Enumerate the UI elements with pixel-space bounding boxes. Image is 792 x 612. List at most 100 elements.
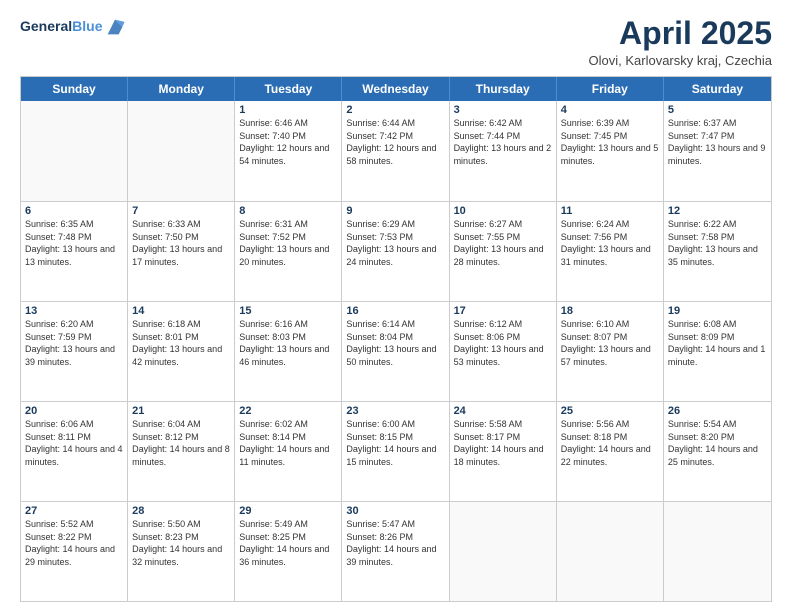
sun-info: Sunrise: 5:47 AM Sunset: 8:26 PM Dayligh… <box>346 518 444 568</box>
sun-info: Sunrise: 5:54 AM Sunset: 8:20 PM Dayligh… <box>668 418 767 468</box>
cal-cell-w4-d7: 26Sunrise: 5:54 AM Sunset: 8:20 PM Dayli… <box>664 402 771 501</box>
cal-cell-w4-d3: 22Sunrise: 6:02 AM Sunset: 8:14 PM Dayli… <box>235 402 342 501</box>
sun-info: Sunrise: 6:37 AM Sunset: 7:47 PM Dayligh… <box>668 117 767 167</box>
sun-info: Sunrise: 6:33 AM Sunset: 7:50 PM Dayligh… <box>132 218 230 268</box>
sun-info: Sunrise: 6:12 AM Sunset: 8:06 PM Dayligh… <box>454 318 552 368</box>
calendar-body: 1Sunrise: 6:46 AM Sunset: 7:40 PM Daylig… <box>21 101 771 601</box>
cal-cell-w4-d2: 21Sunrise: 6:04 AM Sunset: 8:12 PM Dayli… <box>128 402 235 501</box>
cal-cell-w5-d3: 29Sunrise: 5:49 AM Sunset: 8:25 PM Dayli… <box>235 502 342 601</box>
day-number: 9 <box>346 205 444 217</box>
day-number: 20 <box>25 405 123 417</box>
cal-cell-w2-d1: 6Sunrise: 6:35 AM Sunset: 7:48 PM Daylig… <box>21 202 128 301</box>
header-monday: Monday <box>128 77 235 101</box>
cal-cell-w1-d5: 3Sunrise: 6:42 AM Sunset: 7:44 PM Daylig… <box>450 101 557 201</box>
day-number: 19 <box>668 305 767 317</box>
day-number: 11 <box>561 205 659 217</box>
sun-info: Sunrise: 6:35 AM Sunset: 7:48 PM Dayligh… <box>25 218 123 268</box>
sun-info: Sunrise: 6:08 AM Sunset: 8:09 PM Dayligh… <box>668 318 767 368</box>
sun-info: Sunrise: 5:49 AM Sunset: 8:25 PM Dayligh… <box>239 518 337 568</box>
sun-info: Sunrise: 6:39 AM Sunset: 7:45 PM Dayligh… <box>561 117 659 167</box>
cal-cell-w2-d7: 12Sunrise: 6:22 AM Sunset: 7:58 PM Dayli… <box>664 202 771 301</box>
cal-cell-w2-d3: 8Sunrise: 6:31 AM Sunset: 7:52 PM Daylig… <box>235 202 342 301</box>
logo-icon <box>104 16 126 38</box>
cal-cell-w5-d6 <box>557 502 664 601</box>
sun-info: Sunrise: 6:00 AM Sunset: 8:15 PM Dayligh… <box>346 418 444 468</box>
header-tuesday: Tuesday <box>235 77 342 101</box>
sun-info: Sunrise: 6:16 AM Sunset: 8:03 PM Dayligh… <box>239 318 337 368</box>
day-number: 12 <box>668 205 767 217</box>
cal-cell-w3-d1: 13Sunrise: 6:20 AM Sunset: 7:59 PM Dayli… <box>21 302 128 401</box>
cal-cell-w3-d5: 17Sunrise: 6:12 AM Sunset: 8:06 PM Dayli… <box>450 302 557 401</box>
cal-cell-w5-d5 <box>450 502 557 601</box>
cal-cell-w1-d4: 2Sunrise: 6:44 AM Sunset: 7:42 PM Daylig… <box>342 101 449 201</box>
cal-cell-w1-d2 <box>128 101 235 201</box>
day-number: 30 <box>346 505 444 517</box>
day-number: 26 <box>668 405 767 417</box>
cal-cell-w3-d3: 15Sunrise: 6:16 AM Sunset: 8:03 PM Dayli… <box>235 302 342 401</box>
cal-cell-w3-d7: 19Sunrise: 6:08 AM Sunset: 8:09 PM Dayli… <box>664 302 771 401</box>
cal-cell-w1-d1 <box>21 101 128 201</box>
header: GeneralBlue April 2025 Olovi, Karlovarsk… <box>20 16 772 68</box>
day-number: 29 <box>239 505 337 517</box>
cal-cell-w3-d4: 16Sunrise: 6:14 AM Sunset: 8:04 PM Dayli… <box>342 302 449 401</box>
cal-cell-w4-d6: 25Sunrise: 5:56 AM Sunset: 8:18 PM Dayli… <box>557 402 664 501</box>
title-block: April 2025 Olovi, Karlovarsky kraj, Czec… <box>589 16 773 68</box>
sun-info: Sunrise: 6:27 AM Sunset: 7:55 PM Dayligh… <box>454 218 552 268</box>
day-number: 14 <box>132 305 230 317</box>
sun-info: Sunrise: 5:58 AM Sunset: 8:17 PM Dayligh… <box>454 418 552 468</box>
sun-info: Sunrise: 5:52 AM Sunset: 8:22 PM Dayligh… <box>25 518 123 568</box>
day-number: 24 <box>454 405 552 417</box>
location: Olovi, Karlovarsky kraj, Czechia <box>589 53 773 68</box>
day-number: 27 <box>25 505 123 517</box>
sun-info: Sunrise: 6:29 AM Sunset: 7:53 PM Dayligh… <box>346 218 444 268</box>
cal-cell-w5-d2: 28Sunrise: 5:50 AM Sunset: 8:23 PM Dayli… <box>128 502 235 601</box>
week-row-5: 27Sunrise: 5:52 AM Sunset: 8:22 PM Dayli… <box>21 501 771 601</box>
day-number: 21 <box>132 405 230 417</box>
cal-cell-w5-d1: 27Sunrise: 5:52 AM Sunset: 8:22 PM Dayli… <box>21 502 128 601</box>
month-title: April 2025 <box>589 16 773 51</box>
day-number: 22 <box>239 405 337 417</box>
sun-info: Sunrise: 6:10 AM Sunset: 8:07 PM Dayligh… <box>561 318 659 368</box>
cal-cell-w1-d3: 1Sunrise: 6:46 AM Sunset: 7:40 PM Daylig… <box>235 101 342 201</box>
cal-cell-w5-d4: 30Sunrise: 5:47 AM Sunset: 8:26 PM Dayli… <box>342 502 449 601</box>
sun-info: Sunrise: 6:46 AM Sunset: 7:40 PM Dayligh… <box>239 117 337 167</box>
day-number: 28 <box>132 505 230 517</box>
cal-cell-w2-d5: 10Sunrise: 6:27 AM Sunset: 7:55 PM Dayli… <box>450 202 557 301</box>
day-number: 8 <box>239 205 337 217</box>
cal-cell-w5-d7 <box>664 502 771 601</box>
day-number: 4 <box>561 104 659 116</box>
logo: GeneralBlue <box>20 16 126 38</box>
header-thursday: Thursday <box>450 77 557 101</box>
week-row-2: 6Sunrise: 6:35 AM Sunset: 7:48 PM Daylig… <box>21 201 771 301</box>
header-wednesday: Wednesday <box>342 77 449 101</box>
week-row-3: 13Sunrise: 6:20 AM Sunset: 7:59 PM Dayli… <box>21 301 771 401</box>
sun-info: Sunrise: 6:14 AM Sunset: 8:04 PM Dayligh… <box>346 318 444 368</box>
sun-info: Sunrise: 6:04 AM Sunset: 8:12 PM Dayligh… <box>132 418 230 468</box>
cal-cell-w4-d1: 20Sunrise: 6:06 AM Sunset: 8:11 PM Dayli… <box>21 402 128 501</box>
day-number: 1 <box>239 104 337 116</box>
day-number: 18 <box>561 305 659 317</box>
header-saturday: Saturday <box>664 77 771 101</box>
day-number: 23 <box>346 405 444 417</box>
sun-info: Sunrise: 6:44 AM Sunset: 7:42 PM Dayligh… <box>346 117 444 167</box>
sun-info: Sunrise: 5:50 AM Sunset: 8:23 PM Dayligh… <box>132 518 230 568</box>
cal-cell-w4-d5: 24Sunrise: 5:58 AM Sunset: 8:17 PM Dayli… <box>450 402 557 501</box>
header-sunday: Sunday <box>21 77 128 101</box>
cal-cell-w1-d6: 4Sunrise: 6:39 AM Sunset: 7:45 PM Daylig… <box>557 101 664 201</box>
calendar: Sunday Monday Tuesday Wednesday Thursday… <box>20 76 772 602</box>
day-number: 25 <box>561 405 659 417</box>
sun-info: Sunrise: 5:56 AM Sunset: 8:18 PM Dayligh… <box>561 418 659 468</box>
day-number: 7 <box>132 205 230 217</box>
week-row-4: 20Sunrise: 6:06 AM Sunset: 8:11 PM Dayli… <box>21 401 771 501</box>
cal-cell-w3-d6: 18Sunrise: 6:10 AM Sunset: 8:07 PM Dayli… <box>557 302 664 401</box>
cal-cell-w2-d2: 7Sunrise: 6:33 AM Sunset: 7:50 PM Daylig… <box>128 202 235 301</box>
cal-cell-w3-d2: 14Sunrise: 6:18 AM Sunset: 8:01 PM Dayli… <box>128 302 235 401</box>
day-number: 6 <box>25 205 123 217</box>
day-number: 16 <box>346 305 444 317</box>
day-number: 17 <box>454 305 552 317</box>
header-friday: Friday <box>557 77 664 101</box>
logo-text: GeneralBlue <box>20 19 102 34</box>
sun-info: Sunrise: 6:06 AM Sunset: 8:11 PM Dayligh… <box>25 418 123 468</box>
sun-info: Sunrise: 6:24 AM Sunset: 7:56 PM Dayligh… <box>561 218 659 268</box>
week-row-1: 1Sunrise: 6:46 AM Sunset: 7:40 PM Daylig… <box>21 101 771 201</box>
